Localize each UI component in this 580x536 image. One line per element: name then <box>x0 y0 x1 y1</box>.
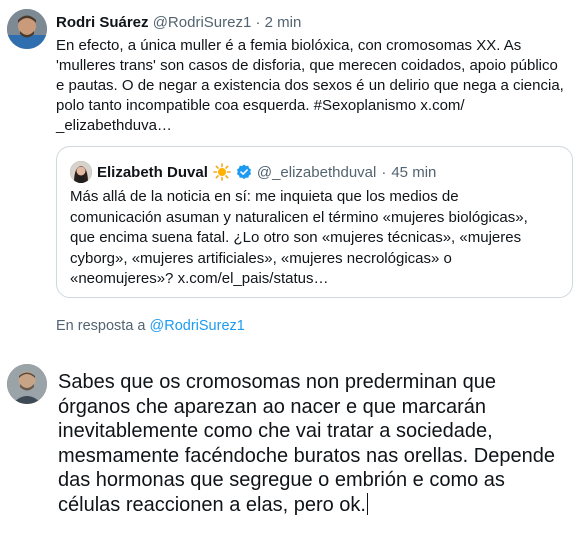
quoted-tweet-header: Elizabeth Duval @_elizabethduval · 45 mi… <box>70 161 436 183</box>
tweet-time[interactable]: 2 min <box>265 14 302 31</box>
tweet-text-line: En efecto, a única muller é a femia biol… <box>56 37 522 54</box>
reply-context: En resposta a @RodriSurez1 <box>56 318 245 334</box>
compose-line: células reaccionen a elas, pero ok. <box>58 493 366 516</box>
author-name[interactable]: Rodri Suárez <box>56 14 149 31</box>
quoted-tweet-time[interactable]: 45 min <box>391 164 436 181</box>
compose-line-last: células reaccionen a elas, pero ok. <box>58 492 570 518</box>
quoted-text-line: que encima suena fatal. ¿Lo otro son «mu… <box>70 229 522 246</box>
verified-badge-icon[interactable] <box>236 164 252 180</box>
tweet-text-line: _elizabethduva… <box>56 117 172 134</box>
quoted-tweet-text: Más allá de la noticia en sí: me inquiet… <box>70 187 560 290</box>
tweet-text-line: polo tanto incompatible coa esquerda. #S… <box>56 97 465 114</box>
quoted-author-avatar <box>70 161 92 183</box>
quoted-author-handle[interactable]: @_elizabethduval <box>257 164 376 181</box>
author-avatar[interactable] <box>7 9 47 49</box>
separator-dot: · <box>381 163 387 181</box>
sun-emoji-icon <box>213 163 231 181</box>
reply-compose-textbox[interactable]: Sabes que os cromosomas non prederminan … <box>58 370 570 517</box>
compose-line: Sabes que os cromosomas non prederminan … <box>58 371 497 393</box>
tweet-header: Rodri Suárez @RodriSurez1 · 2 min <box>56 14 301 31</box>
text-cursor <box>366 492 369 515</box>
compose-line: órganos che aparezan ao nacer e que marc… <box>58 395 487 418</box>
compose-line: mesmamente facéndoche buratos nas orella… <box>58 444 555 467</box>
separator-dot: · <box>255 14 261 31</box>
current-user-avatar[interactable] <box>7 364 47 404</box>
compose-line: inevitablemente como che vai tratar a so… <box>58 420 493 442</box>
quoted-text-line: cyborg», «mujeres artificiales», «mujere… <box>70 249 452 267</box>
quoted-tweet-card[interactable]: Elizabeth Duval @_elizabethduval · 45 mi… <box>56 146 573 298</box>
quoted-text-line: comunicación asuman y naturalicen el tér… <box>70 208 528 226</box>
quoted-text-line: Más allá de la noticia en sí: me inquiet… <box>70 188 459 205</box>
tweet-text: En efecto, a única muller é a femia biol… <box>56 36 571 136</box>
author-handle[interactable]: @RodriSurez1 <box>153 14 252 31</box>
reply-prefix: En resposta a <box>56 318 146 334</box>
tweet-text-line: e pautas. O de negar a existencia dos se… <box>56 77 564 94</box>
quoted-author-name[interactable]: Elizabeth Duval <box>97 164 208 181</box>
compose-line: das hormonas que segregue o embrión e co… <box>58 469 505 491</box>
reply-handle-link[interactable]: @RodriSurez1 <box>150 318 245 334</box>
quoted-text-line: «neomujeres»? x.com/el_pais/status… <box>70 270 329 287</box>
tweet-text-line: 'mulleres trans' son casos de disforia, … <box>56 57 558 74</box>
